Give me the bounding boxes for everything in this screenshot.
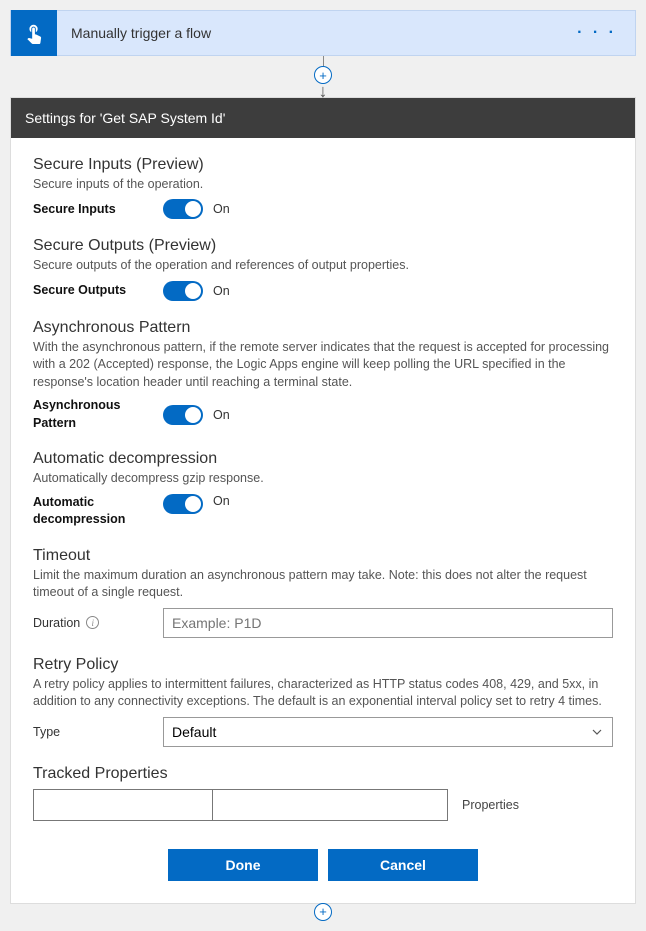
section-async-pattern: Asynchronous Pattern With the asynchrono… [33,319,613,433]
auto-decomp-desc: Automatically decompress gzip response. [33,470,613,488]
async-pattern-title: Asynchronous Pattern [33,319,613,337]
retry-type-label: Type [33,725,163,739]
secure-outputs-label: Secure Outputs [33,282,163,300]
section-secure-outputs: Secure Outputs (Preview) Secure outputs … [33,237,613,301]
auto-decomp-title: Automatic decompression [33,450,613,468]
trigger-label: Manually trigger a flow [71,25,211,41]
tracked-trailing-label: Properties [462,798,519,812]
secure-inputs-desc: Secure inputs of the operation. [33,176,613,194]
secure-outputs-desc: Secure outputs of the operation and refe… [33,257,613,275]
secure-outputs-title: Secure Outputs (Preview) [33,237,613,255]
retry-title: Retry Policy [33,656,613,674]
async-pattern-toggle[interactable] [163,405,203,425]
async-pattern-desc: With the asynchronous pattern, if the re… [33,339,613,392]
secure-inputs-title: Secure Inputs (Preview) [33,156,613,174]
timeout-label: Duration i [33,616,163,630]
secure-inputs-toggle[interactable] [163,199,203,219]
connector-top: + ↓ [10,56,636,97]
tracked-key-input[interactable] [33,789,213,821]
settings-panel: Settings for 'Get SAP System Id' Secure … [10,97,636,904]
more-options-icon[interactable]: · · · [577,24,617,42]
async-pattern-label: Asynchronous Pattern [33,397,163,432]
secure-outputs-toggle[interactable] [163,281,203,301]
trigger-icon-box [11,10,57,56]
done-button[interactable]: Done [168,849,318,881]
retry-desc: A retry policy applies to intermittent f… [33,676,613,711]
duration-input[interactable] [163,608,613,638]
section-auto-decomp: Automatic decompression Automatically de… [33,450,613,529]
auto-decomp-state: On [213,494,230,508]
timeout-title: Timeout [33,547,613,565]
touch-icon [23,22,45,44]
trigger-card[interactable]: Manually trigger a flow · · · [10,10,636,56]
tracked-title: Tracked Properties [33,765,613,783]
secure-outputs-state: On [213,284,230,298]
settings-body: Secure Inputs (Preview) Secure inputs of… [11,138,635,903]
retry-type-select[interactable]: Default [163,717,613,747]
add-step-bottom-icon[interactable]: + [314,903,332,921]
tracked-value-input[interactable] [213,789,448,821]
timeout-desc: Limit the maximum duration an asynchrono… [33,567,613,602]
auto-decomp-label: Automatic decompression [33,494,163,529]
cancel-button[interactable]: Cancel [328,849,478,881]
info-icon[interactable]: i [86,616,99,629]
section-timeout: Timeout Limit the maximum duration an as… [33,547,613,638]
section-tracked-properties: Tracked Properties Properties [33,765,613,821]
connector-bottom: + [10,903,636,921]
secure-inputs-label: Secure Inputs [33,201,163,219]
async-pattern-state: On [213,408,230,422]
settings-header: Settings for 'Get SAP System Id' [11,98,635,138]
auto-decomp-toggle[interactable] [163,494,203,514]
section-secure-inputs: Secure Inputs (Preview) Secure inputs of… [33,156,613,220]
secure-inputs-state: On [213,202,230,216]
arrow-down-icon: ↓ [319,86,328,97]
button-row: Done Cancel [33,849,613,881]
section-retry-policy: Retry Policy A retry policy applies to i… [33,656,613,747]
